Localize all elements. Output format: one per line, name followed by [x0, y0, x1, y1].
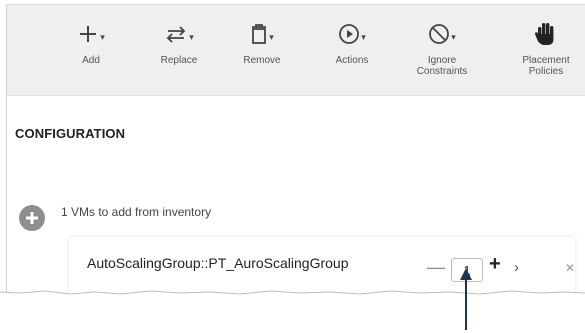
- remove-button[interactable]: ▾ Remove: [222, 19, 302, 79]
- add-label: Add: [82, 55, 100, 66]
- toolbar: ▾ Add ▾ Replace ▾ Remove ▾ Actions ▾ Ign…: [7, 5, 585, 96]
- caret-down-icon: ▾: [189, 31, 194, 42]
- caret-down-icon: ▾: [100, 31, 105, 42]
- hand-icon: [534, 23, 554, 45]
- section-title: CONFIGURATION: [15, 126, 126, 141]
- trash-icon: [252, 24, 267, 44]
- add-summary-text: 1 VMs to add from inventory: [61, 205, 212, 219]
- remove-label: Remove: [243, 55, 281, 66]
- plus-icon: [80, 26, 97, 42]
- play-circle-icon: [339, 24, 360, 44]
- placement-policies-button[interactable]: Placement Policies: [506, 19, 585, 79]
- minus-icon[interactable]: —: [427, 257, 445, 278]
- actions-label: Actions: [335, 55, 369, 66]
- ignore-constraints-label: Ignore Constraints: [416, 55, 468, 77]
- replace-label: Replace: [160, 55, 198, 66]
- configuration-panel: ▾ Add ▾ Replace ▾ Remove ▾ Actions ▾ Ign…: [6, 4, 585, 299]
- ignore-constraints-button[interactable]: ▾ Ignore Constraints: [402, 19, 482, 79]
- swap-arrows-icon: [166, 26, 186, 43]
- chevron-right-icon[interactable]: ›: [514, 259, 519, 276]
- caret-down-icon: ▾: [451, 31, 456, 42]
- scaling-group-name: AutoScalingGroup::PT_AuroScalingGroup: [87, 255, 349, 271]
- add-button[interactable]: ▾ Add: [51, 19, 131, 79]
- caret-down-icon: ▾: [269, 31, 274, 42]
- add-from-inventory-row: 1 VMs to add from inventory: [19, 205, 211, 231]
- caret-down-icon: ▾: [361, 31, 366, 42]
- plus-icon[interactable]: +: [489, 253, 501, 276]
- prohibit-icon: [429, 24, 450, 44]
- actions-button[interactable]: ▾ Actions: [312, 19, 392, 79]
- plus-circle-icon[interactable]: [19, 205, 45, 231]
- arrow-up-icon: [460, 268, 472, 330]
- placement-policies-label: Placement Policies: [522, 55, 570, 77]
- replace-button[interactable]: ▾ Replace: [139, 19, 219, 79]
- torn-edge: [0, 290, 585, 300]
- close-icon[interactable]: ✕: [565, 261, 575, 275]
